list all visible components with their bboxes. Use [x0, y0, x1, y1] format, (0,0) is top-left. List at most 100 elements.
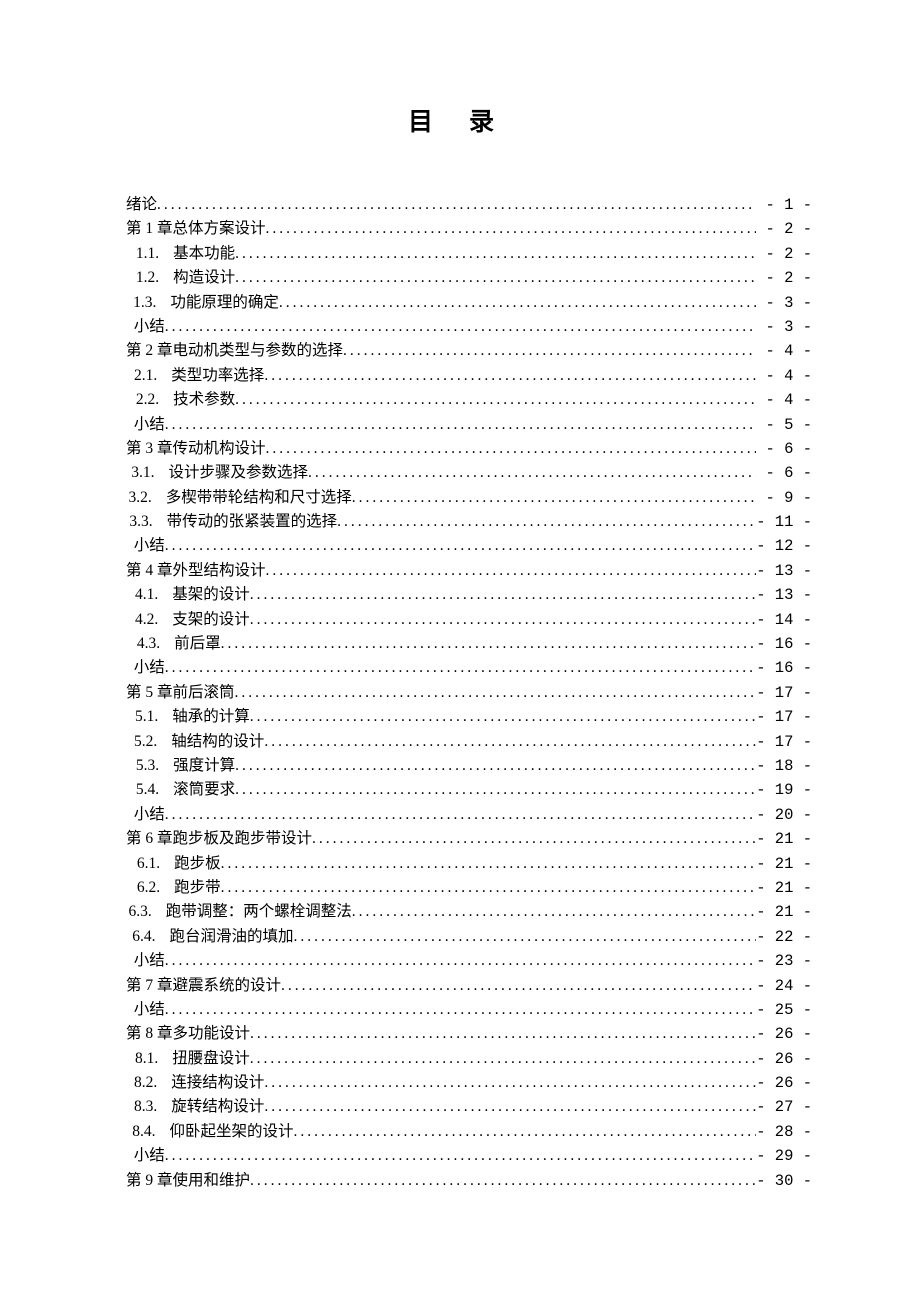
toc-entry-lead: 小结	[126, 538, 165, 554]
toc-entry-label: 跑步带	[174, 880, 221, 896]
toc-entry-lead: 1.2.	[126, 270, 173, 286]
toc-entry: 1.2.构造设计 - 2 -	[126, 270, 812, 294]
toc-entry-lead: 5.2.	[126, 734, 171, 750]
toc-entry-page: - 28 -	[756, 1125, 812, 1141]
toc-entry-lead: 第 9 章	[126, 1173, 173, 1189]
toc-entry-page: - 2 -	[756, 222, 812, 238]
toc-entry-lead: 5.4.	[126, 782, 173, 798]
toc-entry: 第 8 章多功能设计 - 26 -	[126, 1026, 812, 1050]
toc-entry: 小结- 29 -	[126, 1148, 812, 1172]
toc-leader-dots	[266, 441, 756, 457]
toc-leader-dots	[266, 221, 756, 237]
toc-entry: 1.3.功能原理的确定 - 3 -	[126, 295, 812, 319]
toc-entry-lead: 绪论	[126, 197, 157, 213]
toc-entry-page: - 9 -	[756, 491, 812, 507]
toc-entry-label: 电动机类型与参数的选择	[173, 343, 344, 359]
toc-leader-dots	[165, 953, 756, 969]
toc-leader-dots	[235, 246, 756, 262]
toc-entry-page: - 18 -	[756, 759, 812, 775]
toc-entry-page: - 22 -	[756, 930, 812, 946]
toc-entry-page: - 14 -	[756, 613, 812, 629]
toc-entry-label: 基架的设计	[172, 587, 250, 603]
toc-leader-dots	[157, 197, 756, 213]
toc-leader-dots	[250, 612, 756, 628]
toc-leader-dots	[279, 295, 756, 311]
toc-leader-dots	[352, 490, 756, 506]
toc-entry-page: - 25 -	[756, 1003, 812, 1019]
toc-leader-dots	[352, 904, 756, 920]
toc-entry: 小结- 5 -	[126, 417, 812, 441]
toc-entry-lead: 小结	[126, 1002, 165, 1018]
toc-entry-label: 使用和维护	[173, 1173, 251, 1189]
toc-entry-label: 旋转结构设计	[171, 1099, 264, 1115]
toc-entry: 6.4.跑台润滑油的填加 - 22 -	[126, 929, 812, 953]
toc-entry: 8.3.旋转结构设计 - 27 -	[126, 1099, 812, 1123]
toc-entry-page: - 21 -	[756, 881, 812, 897]
toc-entry: 小结- 23 -	[126, 953, 812, 977]
toc-entry-label: 跑带调整：两个螺栓调整法	[166, 904, 352, 920]
toc-leader-dots	[165, 538, 756, 554]
toc-title: 目录	[126, 110, 812, 135]
toc-entry: 第 3 章传动机构设计 - 6 -	[126, 441, 812, 465]
toc-entry-lead: 4.1.	[126, 587, 172, 603]
toc-entry-page: - 21 -	[756, 857, 812, 873]
toc-entry-page: - 6 -	[756, 442, 812, 458]
toc-entry: 3.3.带传动的张紧装置的选择 - 11 -	[126, 514, 812, 538]
toc-entry: 4.2.支架的设计 - 14 -	[126, 612, 812, 636]
toc-leader-dots	[264, 1099, 756, 1115]
toc-entry: 小结- 20 -	[126, 807, 812, 831]
toc-entry-label: 轴结构的设计	[171, 734, 264, 750]
toc-entry: 小结- 3 -	[126, 319, 812, 343]
toc-entry-page: - 19 -	[756, 783, 812, 799]
toc-entry-page: - 23 -	[756, 954, 812, 970]
toc-entry-label: 基本功能	[173, 246, 235, 262]
toc-entry-lead: 第 8 章	[126, 1026, 173, 1042]
toc-entry-label: 类型功率选择	[171, 368, 264, 384]
toc-entry-label: 强度计算	[173, 758, 235, 774]
document-page: 目录 绪论- 1 -第 1 章总体方案设计 - 2 -1.1.基本功能 - 2 …	[0, 0, 920, 1302]
toc-entry-page: - 21 -	[756, 832, 812, 848]
toc-entry: 3.2.多楔带带轮结构和尺寸选择 - 9 -	[126, 490, 812, 514]
toc-entry-label: 功能原理的确定	[170, 295, 279, 311]
toc-entry-label: 轴承的计算	[172, 709, 250, 725]
toc-entry-page: - 24 -	[756, 979, 812, 995]
toc-entry-page: - 6 -	[756, 466, 812, 482]
toc-leader-dots	[308, 465, 756, 481]
toc-entry: 2.2.技术参数 - 4 -	[126, 392, 812, 416]
toc-entry-lead: 6.3.	[126, 904, 166, 920]
toc-entry: 第 5 章前后滚筒 - 17 -	[126, 685, 812, 709]
toc-entry: 8.2.连接结构设计 - 26 -	[126, 1075, 812, 1099]
toc-leader-dots	[264, 1075, 756, 1091]
toc-entry-label: 带传动的张紧装置的选择	[167, 514, 338, 530]
toc-entry: 2.1.类型功率选择 - 4 -	[126, 368, 812, 392]
toc-entry-lead: 4.3.	[126, 636, 174, 652]
toc-entry: 3.1.设计步骤及参数选择 - 6 -	[126, 465, 812, 489]
toc-entry-page: - 3 -	[756, 296, 812, 312]
toc-entry: 绪论- 1 -	[126, 197, 812, 221]
toc-entry-lead: 小结	[126, 807, 165, 823]
toc-entry-lead: 8.2.	[126, 1075, 171, 1091]
toc-leader-dots	[293, 1124, 756, 1140]
toc-entry-lead: 第 4 章	[126, 563, 173, 579]
toc-leader-dots	[235, 392, 756, 408]
toc-leader-dots	[221, 880, 756, 896]
toc-leader-dots	[281, 978, 756, 994]
toc-leader-dots	[165, 417, 756, 433]
toc-entry-page: - 13 -	[756, 564, 812, 580]
toc-entry-label: 避震系统的设计	[173, 978, 282, 994]
toc-entry-lead: 第 6 章	[126, 831, 173, 847]
toc-entry-page: - 17 -	[756, 735, 812, 751]
toc-entry-lead: 第 3 章	[126, 441, 173, 457]
toc-entry-lead: 8.4.	[126, 1124, 169, 1140]
toc-entry-page: - 12 -	[756, 539, 812, 555]
toc-entry-page: - 26 -	[756, 1027, 812, 1043]
toc-leader-dots	[293, 929, 756, 945]
toc-entry-label: 前后滚筒	[173, 685, 235, 701]
toc-entry-label: 传动机构设计	[173, 441, 266, 457]
toc-entry: 1.1.基本功能 - 2 -	[126, 246, 812, 270]
toc-leader-dots	[250, 709, 756, 725]
toc-entry-label: 扭腰盘设计	[172, 1051, 250, 1067]
toc-entry-page: - 17 -	[756, 710, 812, 726]
toc-entry-label: 总体方案设计	[173, 221, 266, 237]
toc-entry-lead: 6.4.	[126, 929, 169, 945]
